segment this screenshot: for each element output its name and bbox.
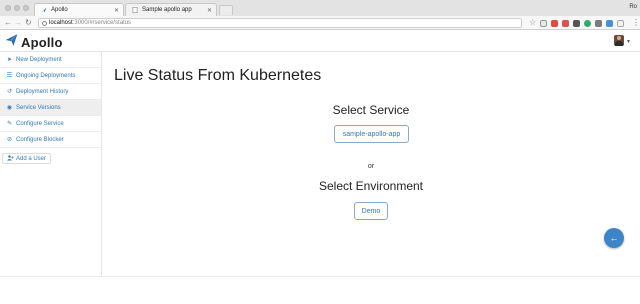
window-minimize-button[interactable] [14,5,20,11]
browser-profile-name[interactable]: Ro [629,4,637,10]
eye-icon: ◉ [6,105,13,111]
window-close-button[interactable] [5,5,11,11]
chevron-down-icon[interactable]: ▼ [626,39,631,45]
add-user-label: Add a User [16,155,47,162]
new-tab-button[interactable] [219,5,233,15]
apollo-logo-icon [5,33,18,52]
browser-tab-sample-app[interactable]: Sample apollo app ✕ [125,3,217,16]
sidebar-item-label: Configure Service [16,120,64,127]
browser-tab-apollo[interactable]: Apollo ✕ [34,3,124,16]
window-zoom-button[interactable] [23,5,29,11]
extension-icon[interactable] [551,20,558,27]
tab-title: Sample apollo app [142,7,192,13]
tab-close-icon[interactable]: ✕ [114,7,119,14]
environment-select-button[interactable]: Demo [354,202,388,220]
extension-icon[interactable] [584,20,591,27]
ban-icon: ⊘ [6,137,13,143]
browser-toolbar: ← → ↻ localhost:3000/#/service/status ☆ … [0,16,640,30]
select-service-heading: Select Service [332,103,410,117]
browser-menu-icon[interactable]: ⋮ [632,18,640,28]
brand[interactable]: Apollo [5,33,63,52]
sidebar-item-label: Configure Blocker [16,136,64,143]
reload-icon[interactable]: ↻ [25,18,32,28]
tab-close-icon[interactable]: ✕ [207,7,212,14]
sidebar-item-configure-blocker[interactable]: ⊘ Configure Blocker [0,132,101,148]
add-user-button[interactable]: Add a User [2,153,52,164]
extension-icon[interactable] [595,20,602,27]
back-arrow-icon[interactable]: ← [604,228,624,248]
or-separator: or [367,163,375,170]
tab-title: Apollo [51,7,68,13]
user-avatar[interactable] [614,35,624,46]
sidebar-item-label: Ongoing Deployments [16,72,76,79]
service-select-button[interactable]: sample-apollo-app [334,125,409,143]
brand-name: Apollo [21,35,63,50]
forward-arrow-icon[interactable]: → [14,18,22,28]
edit-icon: ✎ [6,121,13,127]
select-environment-heading: Select Environment [318,179,424,193]
sidebar-item-new-deployment[interactable]: ➤ New Deployment [0,52,101,68]
address-bar[interactable]: localhost:3000/#/service/status [38,18,522,28]
sidebar-item-deployment-history[interactable]: ↺ Deployment History [0,84,101,100]
sidebar-item-ongoing-deployments[interactable]: ☰ Ongoing Deployments [0,68,101,84]
extension-icon[interactable] [606,20,613,27]
extension-icon[interactable] [617,20,624,27]
sidebar-item-label: Deployment History [16,88,69,95]
url-path: :3000/#/service/status [72,20,132,26]
back-arrow-icon[interactable]: ← [4,18,12,28]
sidebar-item-configure-service[interactable]: ✎ Configure Service [0,116,101,132]
info-icon[interactable] [42,21,47,26]
bookmark-star-icon[interactable]: ☆ [529,18,536,28]
url-host: localhost [49,20,73,26]
browser-tab-strip: Apollo ✕ Sample apollo app ✕ Ro [0,0,640,16]
sidebar-item-label: New Deployment [16,56,62,63]
extension-icon[interactable] [540,20,547,27]
apollo-favicon-icon [41,7,47,13]
paper-plane-icon: ➤ [6,57,13,63]
list-icon: ☰ [6,73,13,79]
page-title: Live Status From Kubernetes [114,67,322,84]
app-header: Apollo ▼ [0,30,640,52]
extension-icon[interactable] [562,20,569,27]
extension-icon[interactable] [573,20,580,27]
history-icon: ↺ [6,89,13,95]
user-plus-icon [7,154,14,163]
sidebar-item-label: Service Versions [16,104,61,111]
page-favicon-icon [132,7,138,13]
sidebar: ➤ New Deployment ☰ Ongoing Deployments ↺… [0,52,102,276]
divider [0,276,640,277]
sidebar-item-service-versions[interactable]: ◉ Service Versions [0,100,101,116]
